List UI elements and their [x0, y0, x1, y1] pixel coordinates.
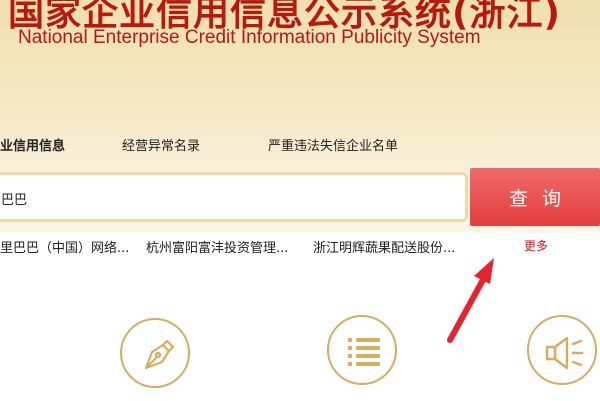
annotation-arrow — [447, 258, 494, 343]
list-icon-button[interactable] — [327, 315, 397, 385]
list-icon — [347, 337, 380, 367]
pen-icon-button[interactable] — [120, 318, 190, 388]
speaker-icon-button[interactable] — [527, 315, 597, 385]
speaker-icon — [545, 336, 584, 370]
pen-icon — [144, 339, 175, 370]
